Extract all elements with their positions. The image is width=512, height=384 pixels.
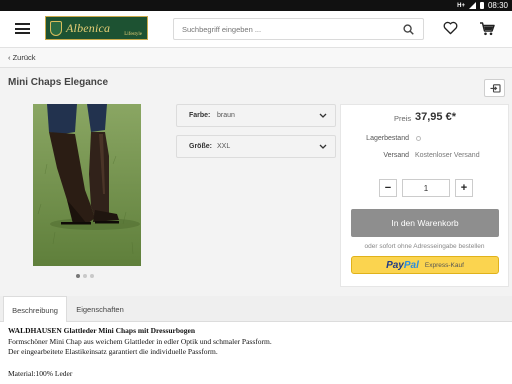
cart-icon[interactable] (479, 21, 495, 36)
pagination-dot[interactable] (90, 274, 94, 278)
buy-box: Preis 37,95 €* Lagerbestand Versand Kost… (340, 104, 509, 287)
color-value: braun (217, 112, 235, 119)
tab-description[interactable]: Beschreibung (3, 296, 67, 323)
description-panel: WALDHAUSEN Glattleder Mini Chaps mit Dre… (0, 322, 512, 384)
shop-logo[interactable]: Albenica Lifestyle (45, 16, 148, 40)
app-header: Albenica Lifestyle (0, 11, 512, 48)
network-type: H+ (457, 2, 465, 9)
quantity-increase-button[interactable]: + (455, 179, 473, 197)
express-checkout-note: oder sofort ohne Adresseingabe bestellen (364, 243, 485, 250)
paypal-express-button[interactable]: PayPal Express-Kauf (351, 256, 499, 274)
price-label: Preis (394, 114, 412, 123)
size-label: Größe: (189, 143, 212, 150)
chevron-down-icon (319, 144, 327, 149)
search-box[interactable] (173, 18, 424, 40)
color-select[interactable]: Farbe: braun (176, 104, 336, 127)
crest-icon (50, 20, 62, 36)
logo-subtext: Lifestyle (124, 32, 142, 37)
shipping-label: Versand (383, 152, 409, 159)
paypal-logo: PayPal (386, 259, 419, 271)
pagination-dot[interactable] (76, 274, 80, 278)
description-text: Formschöner Mini Chap aus weichem Glattl… (8, 336, 272, 346)
signal-icon (468, 2, 476, 9)
status-bar: H+ 08:30 (0, 0, 512, 11)
image-pagination (76, 274, 94, 278)
share-icon (490, 84, 501, 93)
status-icons: H+ 08:30 (457, 0, 508, 11)
logo-text: Albenica (66, 20, 111, 35)
product-image[interactable] (33, 104, 141, 266)
shipping-value: Kostenloser Versand (415, 152, 480, 159)
menu-icon[interactable] (15, 23, 30, 34)
battery-icon (479, 2, 484, 9)
wishlist-heart-icon[interactable] (443, 21, 458, 35)
price-value: 37,95 €* (415, 111, 456, 123)
product-tabs: Beschreibung Eigenschaften (0, 296, 512, 323)
quantity-decrease-button[interactable]: − (379, 179, 397, 197)
clock: 08:30 (487, 1, 508, 10)
tab-properties[interactable]: Eigenschaften (70, 296, 130, 322)
color-label: Farbe: (189, 112, 211, 119)
stock-label: Lagerbestand (366, 135, 409, 142)
back-link[interactable]: ‹ Zurück (8, 53, 36, 62)
description-heading: WALDHAUSEN Glattleder Mini Chaps mit Dre… (8, 326, 196, 335)
size-value: XXL (217, 143, 231, 150)
search-icon[interactable] (403, 24, 414, 35)
chevron-down-icon (319, 113, 327, 118)
share-button[interactable] (484, 79, 505, 97)
add-to-cart-button[interactable]: In den Warenkorb (351, 209, 499, 237)
paypal-express-label: Express-Kauf (424, 261, 464, 269)
search-input[interactable] (182, 23, 397, 36)
description-text: Der eingearbeitete Elastikeinsatz garant… (8, 347, 218, 356)
breadcrumb: ‹ Zurück (0, 48, 512, 68)
quantity-input[interactable] (402, 179, 450, 197)
chevron-left-icon: ‹ (8, 53, 11, 62)
stock-indicator-icon (416, 136, 421, 141)
size-select[interactable]: Größe: XXL (176, 135, 336, 158)
back-label: Zurück (12, 53, 36, 62)
material-text: Material:100% Leder (8, 368, 73, 378)
page-title: Mini Chaps Elegance (8, 77, 109, 88)
pagination-dot[interactable] (83, 274, 87, 278)
